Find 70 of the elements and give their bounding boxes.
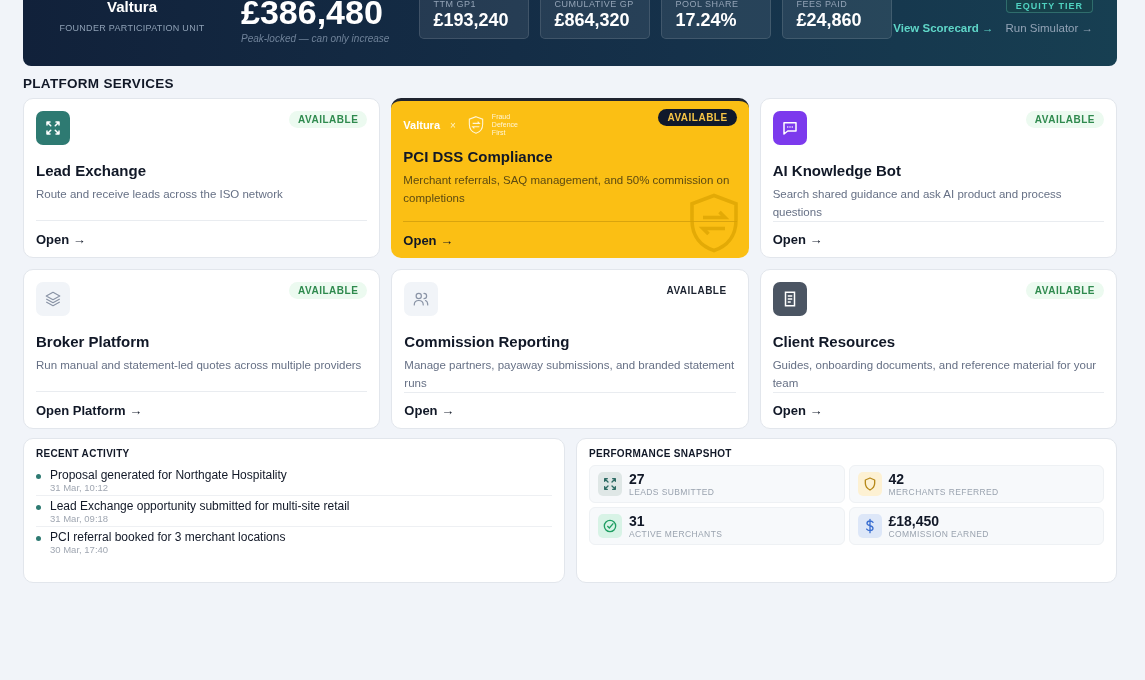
activity-text: PCI referral booked for 3 merchant locations <box>50 530 286 544</box>
card-description: Run manual and statement-led quotes across multiple providers <box>36 358 363 373</box>
open-link[interactable]: Open → <box>772 232 823 247</box>
card-description: Manage partners, payaway submissions, and branded statement runs <box>404 358 736 391</box>
card-title: AI Knowledge Bot <box>772 162 902 179</box>
card-title: Client Resources <box>772 333 897 350</box>
stat-label: FEES PAID <box>796 0 849 9</box>
card-description: Search shared guidance and ask AI product and process questions <box>772 187 1063 220</box>
open-link[interactable]: Open → <box>403 232 454 248</box>
arrows-icon <box>598 472 622 496</box>
status-badge: AVAILABLE <box>658 109 737 126</box>
separator-mark: × <box>450 119 456 131</box>
metric-label: LEADS SUBMITTED <box>629 486 715 497</box>
value-note: Peak-locked — can only increase <box>241 33 390 44</box>
activity-time: 30 Mar, 17:40 <box>50 544 110 555</box>
dollar-icon <box>857 514 882 538</box>
users-icon <box>404 282 439 316</box>
arrows-icon <box>36 111 70 145</box>
stat-value: £193,240 <box>433 10 510 31</box>
metric-value: £18,450 <box>888 513 941 529</box>
unit-label: FOUNDER PARTICIPATION UNIT <box>59 23 205 33</box>
check-icon <box>598 514 622 538</box>
section-title: PLATFORM SERVICES <box>23 76 175 91</box>
banner-link[interactable]: Run Simulator → <box>1005 22 1093 34</box>
status-badge: AVAILABLE <box>1025 111 1104 128</box>
status-badge: AVAILABLE <box>289 111 368 128</box>
card-description: Merchant referrals, SAQ management, and 50% commission on completions <box>403 173 731 206</box>
bullet-dot <box>36 474 41 479</box>
stat-label: POOL SHARE <box>675 0 740 9</box>
stat-value: 17.24% <box>675 10 738 31</box>
card-title: Broker Platform <box>36 333 151 350</box>
activity-time: 31 Mar, 10:12 <box>50 482 110 493</box>
metric-label: MERCHANTS REFERRED <box>888 486 999 497</box>
shield-icon <box>857 472 882 496</box>
bullet-dot <box>36 505 41 510</box>
status-label: AVAILABLE <box>665 284 728 298</box>
card-title: PCI DSS Compliance <box>403 148 554 165</box>
stat-value: £24,860 <box>796 10 863 31</box>
metric-value: 27 <box>629 471 646 487</box>
card-title: Commission Reporting <box>404 333 571 350</box>
stat-label: CUMULATIVE GP <box>554 0 635 9</box>
open-link[interactable]: Open → <box>404 403 455 418</box>
bullet-dot <box>36 536 41 541</box>
document-icon <box>772 282 807 316</box>
tier-badge: EQUITY TIER <box>1005 0 1093 13</box>
card-description: Guides, onboarding documents, and reference material for your team <box>772 358 1098 391</box>
metric-label: ACTIVE MERCHANTS <box>629 528 723 539</box>
status-badge: AVAILABLE <box>1025 282 1104 299</box>
metric-label: COMMISSION EARNED <box>888 528 989 539</box>
stat-value: £864,320 <box>554 10 631 31</box>
brand-name: Valtura <box>403 119 440 131</box>
stat-label: TTM GP1 <box>433 0 477 9</box>
chat-icon <box>772 111 807 145</box>
open-link[interactable]: Open → <box>36 231 86 247</box>
brand-name: Valtura <box>107 0 157 15</box>
metric-value: 42 <box>888 471 906 487</box>
activity-text: Proposal generated for Northgate Hospitality <box>50 468 287 482</box>
unit-value: £386,480 <box>241 0 384 33</box>
metric-value: 31 <box>629 513 646 529</box>
panel-title: PERFORMANCE SNAPSHOT <box>589 448 733 459</box>
activity-time: 31 Mar, 09:18 <box>50 513 110 524</box>
open-link[interactable]: Open Platform → <box>36 402 143 418</box>
card-title: Lead Exchange <box>36 162 148 179</box>
layers-icon <box>36 282 70 316</box>
card-description: Route and receive leads across the ISO network <box>36 187 284 202</box>
status-badge: AVAILABLE <box>289 282 368 299</box>
activity-text: Lead Exchange opportunity submitted for multi-site retail <box>50 499 350 513</box>
banner-link[interactable]: View Scorecard → <box>893 22 994 34</box>
open-link[interactable]: Open → <box>772 403 823 418</box>
panel-title: RECENT ACTIVITY <box>36 448 131 459</box>
